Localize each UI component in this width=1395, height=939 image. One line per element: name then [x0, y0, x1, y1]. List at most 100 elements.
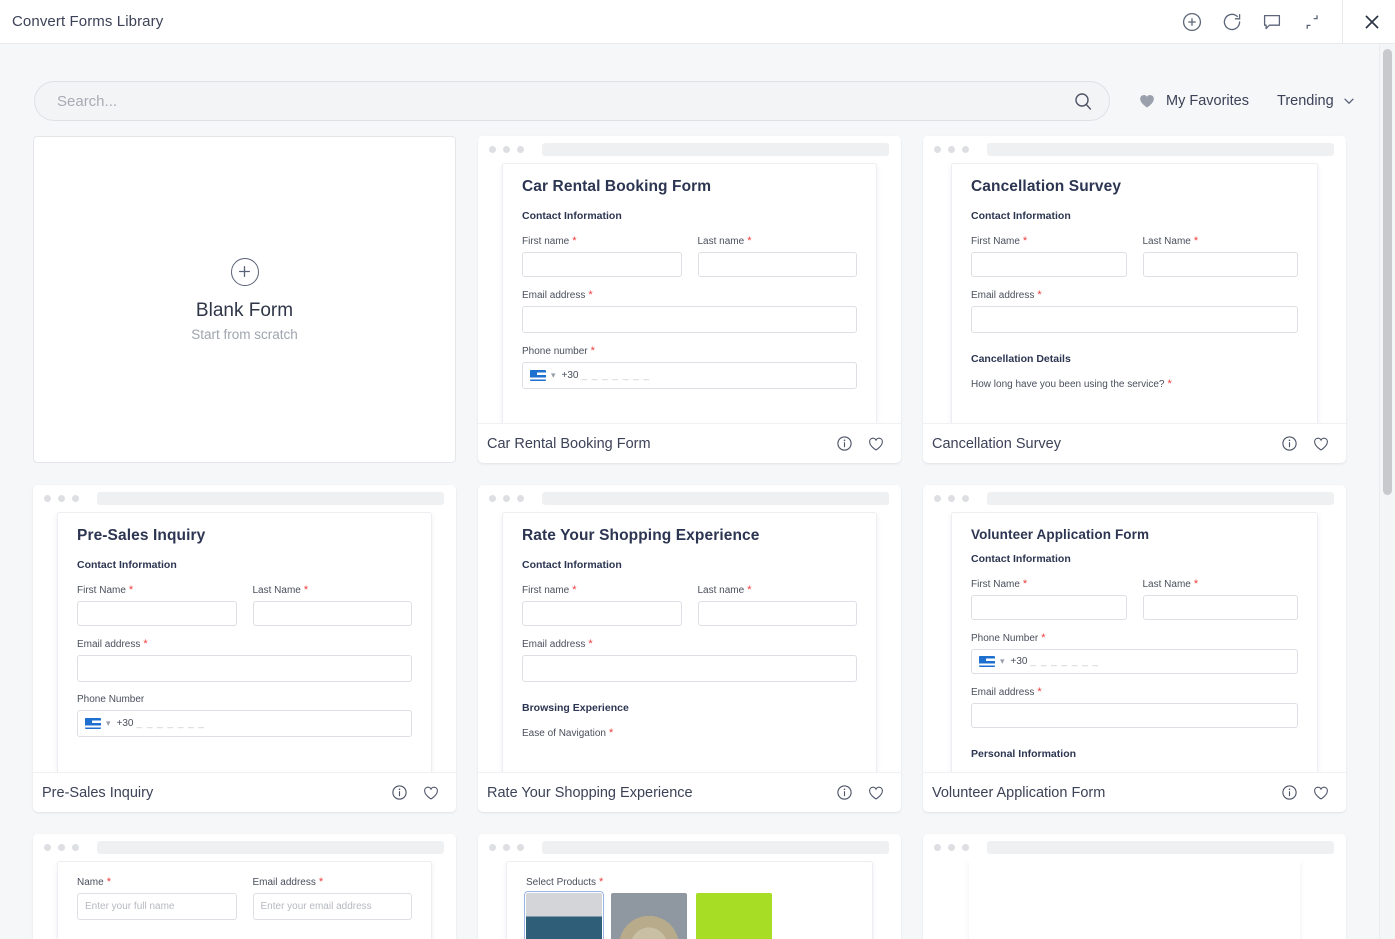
last-name-input[interactable] [697, 252, 857, 277]
info-icon[interactable] [391, 784, 408, 801]
email-input[interactable] [971, 306, 1298, 333]
chrome-address-bar [542, 492, 889, 505]
required-marker: * [747, 235, 752, 247]
email-input[interactable] [77, 655, 412, 682]
chrome-dot-icon [962, 495, 969, 502]
email-input[interactable]: Enter your email address [252, 893, 412, 920]
chrome-address-bar [542, 841, 889, 854]
form-preview-sheet-wrap: Volunteer Application Form Contact Infor… [923, 512, 1346, 772]
search-input[interactable] [57, 92, 1059, 110]
template-card[interactable]: Pre-Sales Inquiry Contact Information Fi… [33, 485, 456, 812]
chevron-down-icon: ▾ [1000, 656, 1005, 666]
scrollbar-thumb[interactable] [1383, 49, 1392, 495]
form-field-phone: Phone Number ▾ +30 _ _ _ _ _ _ _ [77, 694, 412, 737]
my-favorites-button[interactable]: My Favorites [1138, 92, 1249, 110]
first-name-input[interactable] [522, 601, 682, 626]
template-card[interactable]: Cancellation Survey Contact Information … [923, 136, 1346, 463]
name-input[interactable]: Enter your full name [77, 893, 237, 920]
refresh-icon[interactable] [1212, 0, 1252, 44]
search-field[interactable] [34, 81, 1110, 121]
form-section-title: Contact Information [522, 210, 622, 222]
phone-input[interactable]: ▾ +30 _ _ _ _ _ _ _ [77, 710, 412, 737]
email-input[interactable] [522, 306, 857, 333]
favorite-heart-icon[interactable] [867, 784, 885, 802]
template-card[interactable] [923, 834, 1346, 939]
close-icon[interactable] [1349, 0, 1395, 44]
field-label: Select Products * [526, 876, 853, 888]
favorite-heart-icon[interactable] [1312, 784, 1330, 802]
chevron-down-icon [1342, 94, 1356, 108]
blank-form-card[interactable]: Blank Form Start from scratch [33, 136, 456, 463]
info-icon[interactable] [1281, 435, 1298, 452]
template-card[interactable]: Rate Your Shopping Experience Contact In… [478, 485, 901, 812]
expand-icon[interactable] [1292, 0, 1332, 44]
first-name-input[interactable] [522, 252, 682, 277]
email-input[interactable] [971, 703, 1298, 728]
favorite-heart-icon[interactable] [867, 435, 885, 453]
form-section-title: Contact Information [77, 559, 177, 571]
chrome-address-bar [987, 492, 1334, 505]
field-label-text: Name [77, 877, 104, 888]
field-label-text: First name [522, 585, 570, 596]
chrome-dot-icon [934, 844, 941, 851]
template-card[interactable]: Car Rental Booking Form Contact Informat… [478, 136, 901, 463]
hands-illustration [983, 871, 1286, 939]
form-title: Volunteer Application Form [971, 527, 1150, 542]
info-icon[interactable] [1281, 784, 1298, 801]
field-label: Email address * [253, 876, 413, 888]
vertical-scrollbar[interactable] [1379, 44, 1395, 939]
phone-input[interactable]: ▾ +30 _ _ _ _ _ _ _ [971, 649, 1298, 674]
template-card[interactable]: Select Products * [478, 834, 901, 939]
field-label-text: First name [522, 236, 570, 247]
form-field-phone: Phone number * ▾ +30 _ _ _ _ _ _ _ [522, 345, 857, 389]
chevron-down-icon: ▾ [551, 370, 556, 380]
favorite-heart-icon[interactable] [1312, 435, 1330, 453]
email-input[interactable] [522, 655, 857, 682]
info-icon[interactable] [836, 784, 853, 801]
chrome-dot-icon [948, 844, 955, 851]
comment-icon[interactable] [1252, 0, 1292, 44]
first-name-input[interactable] [971, 252, 1127, 277]
field-label: Email address * [971, 289, 1298, 301]
form-row: First Name * Last Name * [971, 235, 1298, 289]
page-title: Convert Forms Library [12, 13, 164, 30]
phone-placeholder: _ _ _ _ _ _ _ [581, 370, 651, 381]
template-preview: Volunteer Application Form Contact Infor… [923, 485, 1346, 772]
form-row: First Name * Last Name * [971, 578, 1298, 632]
phone-input[interactable]: ▾ +30 _ _ _ _ _ _ _ [522, 362, 857, 389]
field-label: First name * [522, 235, 682, 247]
form-row: Name * Enter your full name Email addres… [77, 876, 412, 932]
last-name-input[interactable] [252, 601, 412, 626]
template-name: Car Rental Booking Form [487, 435, 651, 452]
form-field-email: Email address * [522, 638, 857, 682]
chrome-address-bar [542, 143, 889, 156]
template-card[interactable]: Name * Enter your full name Email addres… [33, 834, 456, 939]
search-icon[interactable] [1073, 91, 1093, 111]
first-name-input[interactable] [971, 595, 1127, 620]
form-preview-sheet: Pre-Sales Inquiry Contact Information Fi… [57, 512, 432, 772]
favorite-heart-icon[interactable] [422, 784, 440, 802]
field-label: First Name * [971, 578, 1127, 590]
required-marker: * [106, 876, 111, 888]
form-field-email: Email address * [971, 686, 1298, 728]
last-name-input[interactable] [1142, 595, 1298, 620]
info-icon[interactable] [836, 435, 853, 452]
product-option-shirt[interactable] [524, 891, 604, 939]
last-name-input[interactable] [697, 601, 857, 626]
first-name-input[interactable] [77, 601, 237, 626]
field-label: Phone Number * [971, 632, 1298, 644]
product-option-hat[interactable] [611, 893, 687, 939]
add-circle-icon[interactable] [1172, 0, 1212, 44]
sort-dropdown[interactable]: Trending [1277, 93, 1356, 109]
field-label: Email address * [77, 638, 412, 650]
form-section-title: Personal Information [971, 748, 1077, 760]
field-label: Email address * [522, 638, 857, 650]
chrome-address-bar [97, 492, 444, 505]
last-name-input[interactable] [1142, 252, 1298, 277]
form-preview-sheet: Select Products * [506, 861, 873, 939]
product-option-green[interactable] [696, 893, 772, 939]
template-card[interactable]: Volunteer Application Form Contact Infor… [923, 485, 1346, 812]
template-preview: Select Products * [478, 834, 901, 939]
plus-circle-icon [230, 257, 259, 286]
required-marker: * [1022, 235, 1028, 247]
